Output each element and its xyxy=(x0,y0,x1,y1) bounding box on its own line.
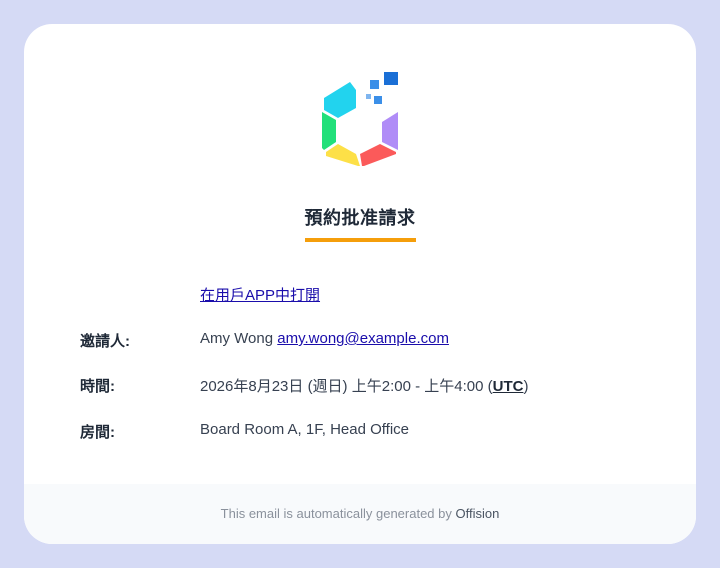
email-card: 預約批准請求 在用戶APP中打開 邀請人: Amy Wong amy.wong@… xyxy=(24,24,696,544)
inviter-name: Amy Wong xyxy=(200,330,274,347)
inviter-value: Amy Wong amy.wong@example.com xyxy=(200,330,449,347)
logo-segment-purple xyxy=(382,112,398,150)
footer: This email is automatically generated by… xyxy=(24,484,696,544)
logo-pixel-light xyxy=(366,94,371,99)
logo-pixel-dark xyxy=(384,72,398,85)
time-suffix: ) xyxy=(523,378,529,395)
inviter-email-link[interactable]: amy.wong@example.com xyxy=(277,330,449,347)
room-value: Board Room A, 1F, Head Office xyxy=(200,421,409,438)
logo-pixel-mid-2 xyxy=(374,96,382,104)
logo-pixel-mid xyxy=(370,80,379,89)
logo-segment-red xyxy=(360,144,396,166)
logo-segment-green xyxy=(322,112,336,150)
footer-brand: Offision xyxy=(455,506,500,521)
hexagon-cube-logo-icon xyxy=(322,72,398,166)
open-in-app-link[interactable]: 在用戶APP中打開 xyxy=(200,284,320,305)
time-range: 2026年8月23日 (週日) 上午2:00 - 上午4:00 ( xyxy=(200,378,493,395)
time-label: 時間: xyxy=(80,378,115,395)
inviter-label: 邀請人: xyxy=(80,333,130,350)
logo-segment-yellow xyxy=(326,144,360,166)
footer-text: This email is automatically generated by xyxy=(220,506,456,521)
room-label: 房間: xyxy=(80,424,115,441)
timezone-label: UTC xyxy=(492,378,524,395)
title-wrap: 預約批准請求 xyxy=(24,204,696,242)
time-value: 2026年8月23日 (週日) 上午2:00 - 上午4:00 (UTC) xyxy=(200,375,528,396)
page-title: 預約批准請求 xyxy=(304,204,416,242)
logo-segment-cyan xyxy=(324,82,356,118)
